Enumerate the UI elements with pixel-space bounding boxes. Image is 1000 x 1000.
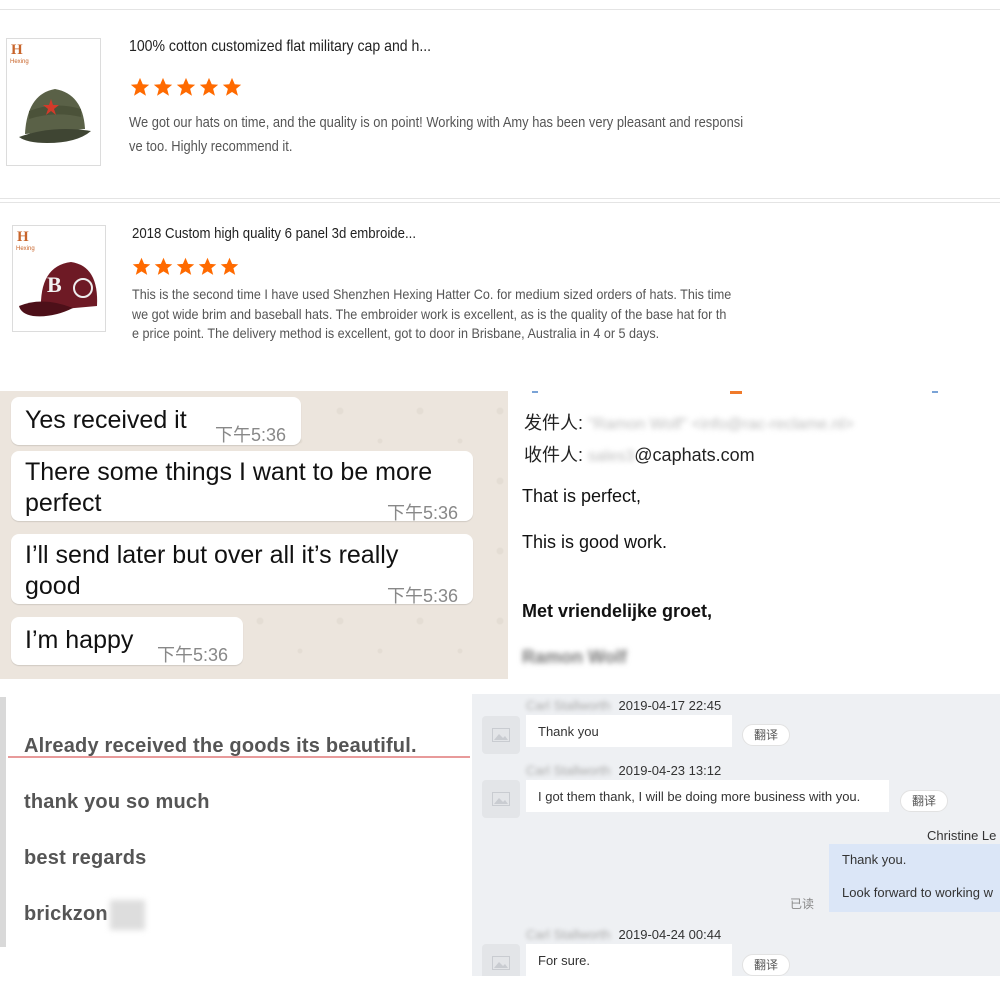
sender-name: Christine Le <box>927 828 997 843</box>
star-icon <box>220 257 239 275</box>
product-thumbnail[interactable]: H Hexing B <box>12 225 106 332</box>
baseball-cap-image: B <box>19 262 98 317</box>
message-time: 下午5:36 <box>215 425 287 445</box>
chat-message: There some things I want to be more perf… <box>11 451 473 523</box>
review-card: H Hexing 100% cotton customized flat mil… <box>0 9 1000 199</box>
email-to-label: 收件人: <box>524 445 584 465</box>
message-meta: Carl Stallworth 2019-04-17 22:45 <box>526 698 721 713</box>
message-text: perfect <box>25 489 102 517</box>
military-cap-image <box>19 89 91 143</box>
chat-message: Thank you <box>526 715 732 747</box>
avatar[interactable] <box>482 716 520 754</box>
image-placeholder-icon <box>492 728 510 742</box>
translate-button[interactable]: 翻译 <box>742 954 790 976</box>
email-from-label: 发件人: <box>524 413 584 433</box>
star-icon <box>130 77 150 96</box>
message-time: 下午5:36 <box>157 645 229 665</box>
email-closing: Met vriendelijke groet, <box>522 601 713 621</box>
review-product-title[interactable]: 2018 Custom high quality 6 panel 3d embr… <box>132 225 416 242</box>
email-body-line: That is perfect, <box>522 486 642 506</box>
sender-name: Carl Stallworth <box>526 927 611 942</box>
star-icon <box>176 77 196 96</box>
svg-text:B: B <box>47 272 62 297</box>
note-line: thank you so much <box>24 791 210 813</box>
star-rating <box>129 76 243 98</box>
note-line: Already received the goods its beautiful… <box>24 735 417 757</box>
star-icon <box>153 77 173 96</box>
read-receipt: 已读 <box>790 897 815 911</box>
sent-message-line: Look forward to working w <box>842 885 994 900</box>
sender-name: Carl Stallworth <box>526 763 611 778</box>
chat-message: For sure. <box>526 944 732 976</box>
message-time: 2019-04-24 00:44 <box>618 927 722 942</box>
sender-name: Carl Stallworth <box>526 698 611 713</box>
avatar[interactable] <box>482 780 520 818</box>
chat-message: Yes received it 下午5:36 <box>11 397 301 445</box>
chat-message: I’ll send later but over all it’s really… <box>11 534 473 606</box>
product-thumbnail[interactable]: H Hexing <box>6 38 101 166</box>
review-card: H Hexing B 2018 Custom high quality 6 pa… <box>0 202 1000 372</box>
message-time: 2019-04-17 22:45 <box>618 698 722 713</box>
message-time: 2019-04-23 13:12 <box>618 763 722 778</box>
email-header-strip <box>532 391 938 394</box>
avatar[interactable] <box>482 944 520 976</box>
chat-message: I’m happy 下午5:36 <box>11 617 243 665</box>
note-panel: Already received the goods its beautiful… <box>0 697 472 947</box>
email-from-value[interactable]: "Ramon Wolf" <info@rac-reclame.nl> <box>588 416 854 433</box>
sent-message: Thank you. Look forward to working w <box>829 844 1000 912</box>
star-icon <box>222 77 242 96</box>
note-line: brickzon <box>24 903 108 925</box>
review-text: We got our hats on time, and the quality… <box>129 114 744 155</box>
message-text: I’m happy <box>25 626 134 654</box>
chat-message: I got them thank, I will be doing more b… <box>526 780 889 812</box>
message-meta: Carl Stallworth 2019-04-23 13:12 <box>526 763 721 778</box>
note-line: best regards <box>24 847 147 869</box>
star-icon <box>176 257 195 275</box>
message-text: I’ll send later but over all it’s really <box>25 541 399 569</box>
email-panel: 发件人: "Ramon Wolf" <info@rac-reclame.nl> … <box>508 391 1000 681</box>
email-from-row: 发件人: "Ramon Wolf" <info@rac-reclame.nl> <box>524 409 854 435</box>
message-meta: Carl Stallworth 2019-04-24 00:44 <box>526 927 721 942</box>
image-placeholder-icon <box>492 956 510 970</box>
message-time: 下午5:36 <box>387 586 459 606</box>
image-placeholder-icon <box>492 792 510 806</box>
buyer-chat-panel: Carl Stallworth 2019-04-17 22:45 Thank yo… <box>472 694 1000 976</box>
translate-button[interactable]: 翻译 <box>742 724 790 746</box>
message-time: 下午5:36 <box>387 503 459 523</box>
scrollbar-track[interactable] <box>0 697 6 947</box>
redaction-blur <box>110 900 145 930</box>
star-icon <box>199 77 219 96</box>
star-rating <box>131 256 240 277</box>
message-text: Yes received it <box>25 406 187 434</box>
whatsapp-chat-panel: Yes received it 下午5:36 There some things… <box>0 391 508 679</box>
star-icon <box>154 257 173 275</box>
sent-message-line: Thank you. <box>842 852 907 867</box>
email-body-line: This is good work. <box>522 532 668 552</box>
review-text: This is the second time I have used Shen… <box>132 286 732 341</box>
email-to-user: sales3 <box>588 448 635 465</box>
spellcheck-underline <box>8 756 470 758</box>
email-to-row: 收件人: sales3@caphats.com <box>524 441 755 467</box>
star-icon <box>198 257 217 275</box>
review-product-title[interactable]: 100% cotton customized flat military cap… <box>129 38 431 56</box>
translate-button[interactable]: 翻译 <box>900 790 948 812</box>
message-text: good <box>25 572 81 600</box>
message-text: There some things I want to be more <box>25 458 433 486</box>
email-to-domain[interactable]: @caphats.com <box>634 445 754 465</box>
star-icon <box>132 257 151 275</box>
email-signature: Ramon Wolf <box>522 647 627 667</box>
